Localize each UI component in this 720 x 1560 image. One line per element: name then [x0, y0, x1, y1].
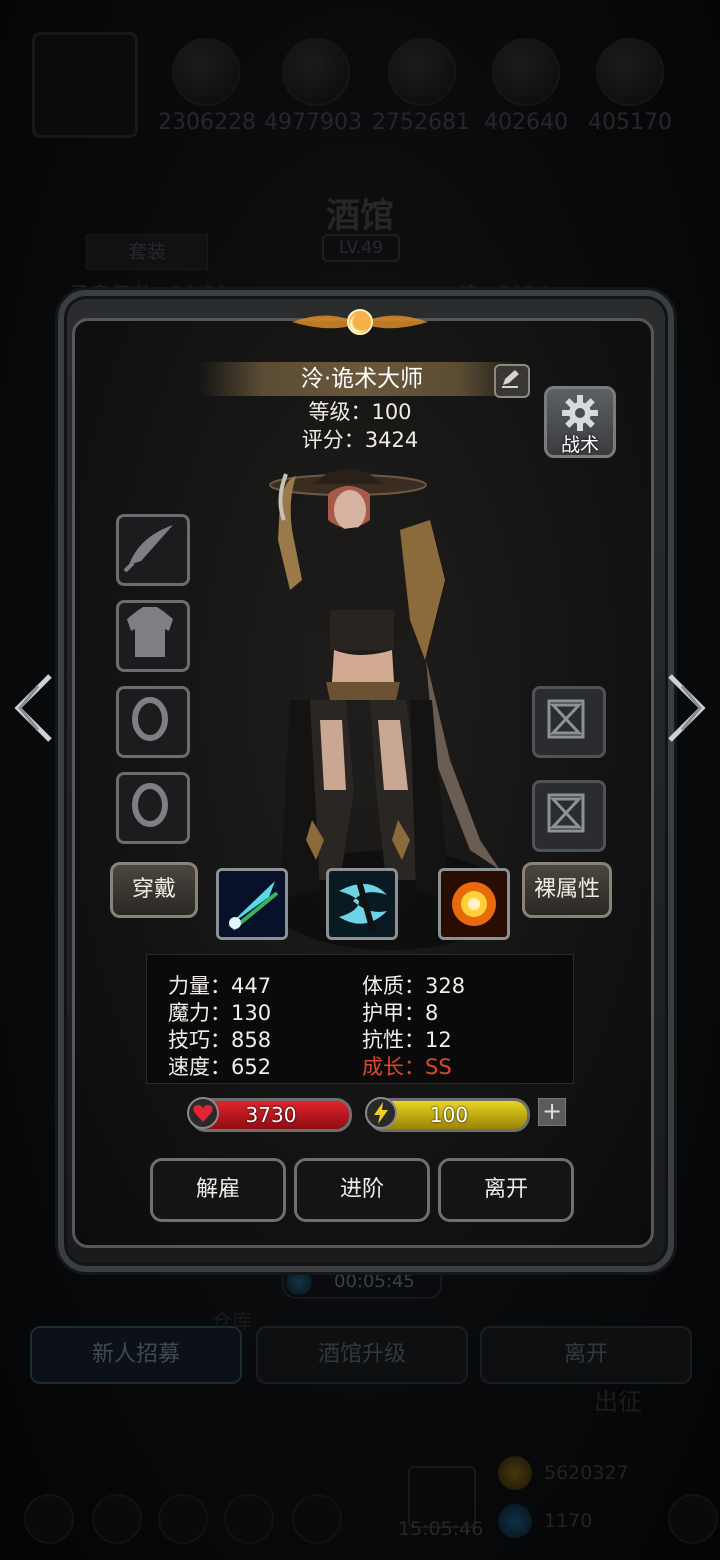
hero-level: 等级：100: [308, 400, 412, 424]
armor-icon: [127, 607, 173, 657]
add-energy-button[interactable]: +: [538, 1098, 566, 1126]
ring-slot-1[interactable]: [116, 686, 190, 758]
armor-slot[interactable]: [116, 600, 190, 672]
bare-attributes-button[interactable]: 裸属性: [522, 862, 612, 918]
wear-button[interactable]: 穿戴: [110, 862, 198, 918]
accessory-slot-2[interactable]: [532, 780, 606, 852]
tactics-button[interactable]: 战术: [544, 386, 616, 458]
accessory-slot-1[interactable]: [532, 686, 606, 758]
energy-value: 100: [429, 1103, 469, 1127]
hp-value: 3730: [245, 1103, 297, 1127]
fireball-skill-icon: [441, 871, 507, 937]
attr-speed: 速度：652: [168, 1055, 272, 1079]
vortex-skill-icon: [329, 871, 395, 937]
energy-bar: 100: [365, 1097, 530, 1132]
gear-icon: [562, 395, 598, 431]
hp-bar: 3730: [187, 1097, 352, 1132]
weapon-slot[interactable]: [116, 514, 190, 586]
prev-hero-arrow-icon[interactable]: [10, 672, 58, 744]
leave-button[interactable]: 离开: [438, 1158, 574, 1222]
skill-slot-1[interactable]: [216, 868, 288, 940]
hero-score: 评分：3424: [301, 428, 419, 452]
rename-button[interactable]: [494, 364, 530, 398]
attr-armor: 护甲：8: [362, 1001, 439, 1025]
crest-ornament-icon: [292, 309, 428, 335]
ring-slot-2[interactable]: [116, 772, 190, 844]
attr-skill: 技巧：858: [168, 1028, 272, 1052]
pencil-icon: [502, 370, 519, 388]
hourglass-icon: [547, 793, 585, 833]
attr-resistance: 抗性：12: [362, 1028, 452, 1052]
skill-slot-3[interactable]: [438, 868, 510, 940]
hero-name: 泠·诡术大师: [198, 362, 526, 396]
attr-constitution: 体质：328: [362, 974, 466, 998]
dismiss-button[interactable]: 解雇: [150, 1158, 286, 1222]
next-hero-arrow-icon[interactable]: [662, 672, 710, 744]
ring-icon: [132, 697, 168, 741]
ring-icon: [132, 783, 168, 827]
hourglass-icon: [547, 699, 585, 739]
skill-slot-2[interactable]: [326, 868, 398, 940]
attr-strength: 力量：447: [168, 974, 272, 998]
blade-icon: [123, 525, 173, 573]
tactics-label: 战术: [560, 434, 599, 456]
attr-growth: 成长：SS: [362, 1055, 452, 1079]
advance-button[interactable]: 进阶: [294, 1158, 430, 1222]
wind-slash-skill-icon: [219, 871, 285, 937]
attr-magic: 魔力：130: [168, 1001, 272, 1025]
